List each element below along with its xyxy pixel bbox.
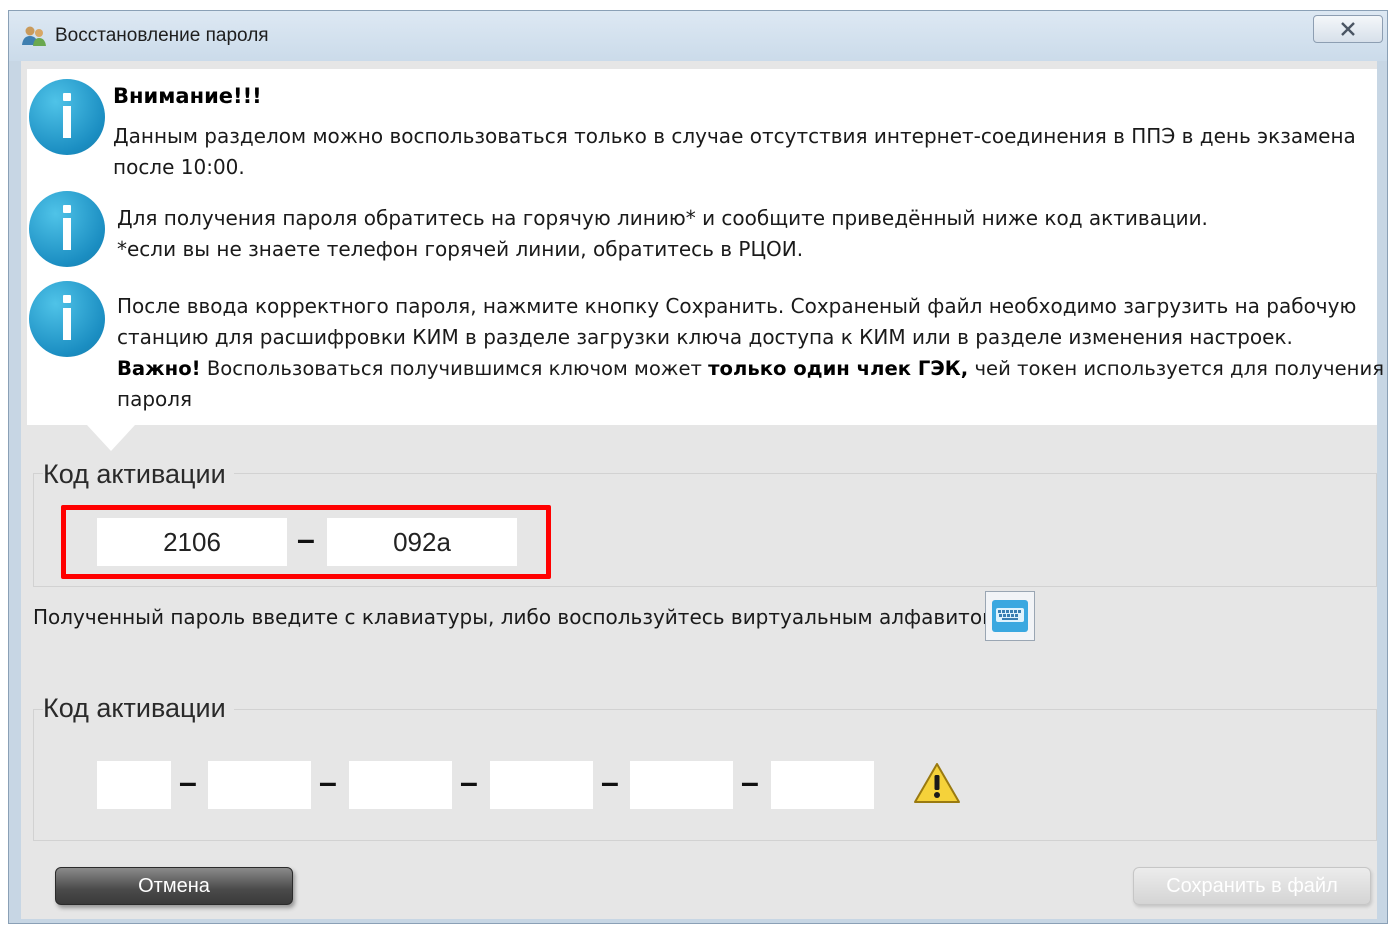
password-field-5[interactable] — [630, 761, 733, 809]
users-icon — [22, 26, 46, 46]
password-code-label: Код активации — [43, 693, 234, 724]
password-separator: – — [460, 764, 478, 800]
info-text-line: После ввода корректного пароля, нажмите … — [117, 294, 1357, 318]
password-field-3[interactable] — [349, 761, 452, 809]
dialog-content: Внимание!!! Данным разделом можно воспол… — [21, 61, 1384, 919]
close-icon — [1341, 22, 1355, 36]
password-hint: Полученный пароль введите с клавиатуры, … — [33, 605, 1004, 629]
info-text-line: после 10:00. — [113, 155, 245, 179]
password-separator: – — [601, 764, 619, 800]
title-bar: Восстановление пароля — [9, 11, 1387, 61]
info-pointer — [87, 425, 135, 451]
activation-code-highlight — [61, 505, 551, 579]
password-field-6[interactable] — [771, 761, 874, 809]
password-field-1[interactable] — [97, 761, 171, 809]
info-text-line: Для получения пароля обратитесь на горяч… — [117, 206, 1208, 230]
activation-code-label: Код активации — [43, 459, 234, 490]
info-text-line: *если вы не знаете телефон горячей линии… — [117, 237, 804, 261]
info-icon — [29, 79, 105, 155]
info-text-line: Данным разделом можно воспользоваться то… — [113, 124, 1356, 148]
warning-icon — [914, 763, 960, 803]
password-separator: – — [179, 764, 197, 800]
password-field-2[interactable] — [208, 761, 311, 809]
password-separator: – — [319, 764, 337, 800]
keyboard-icon — [992, 600, 1028, 632]
password-recovery-window: Восстановление пароля Внимание!!! Данным… — [8, 10, 1388, 924]
password-separator: – — [741, 764, 759, 800]
info-panel: Внимание!!! Данным разделом можно воспол… — [27, 69, 1384, 425]
window-title: Восстановление пароля — [55, 25, 269, 46]
save-to-file-button[interactable]: Сохранить в файл — [1133, 867, 1371, 905]
virtual-keyboard-button[interactable] — [985, 591, 1035, 641]
info-text-line: станцию для расшифровки КИМ в разделе за… — [117, 325, 1293, 349]
info-text-line: Важно! Воспользоваться получившимся ключ… — [117, 357, 1384, 380]
info-icon — [29, 281, 105, 357]
important-bold-text: только один члек ГЭК, — [708, 357, 969, 380]
info-text-line: пароля — [117, 387, 193, 411]
info-icon — [29, 191, 105, 267]
close-button[interactable] — [1313, 15, 1383, 43]
important-label: Важно! — [117, 357, 201, 380]
info-heading: Внимание!!! — [113, 84, 262, 108]
password-field-4[interactable] — [490, 761, 593, 809]
cancel-button[interactable]: Отмена — [55, 867, 293, 905]
